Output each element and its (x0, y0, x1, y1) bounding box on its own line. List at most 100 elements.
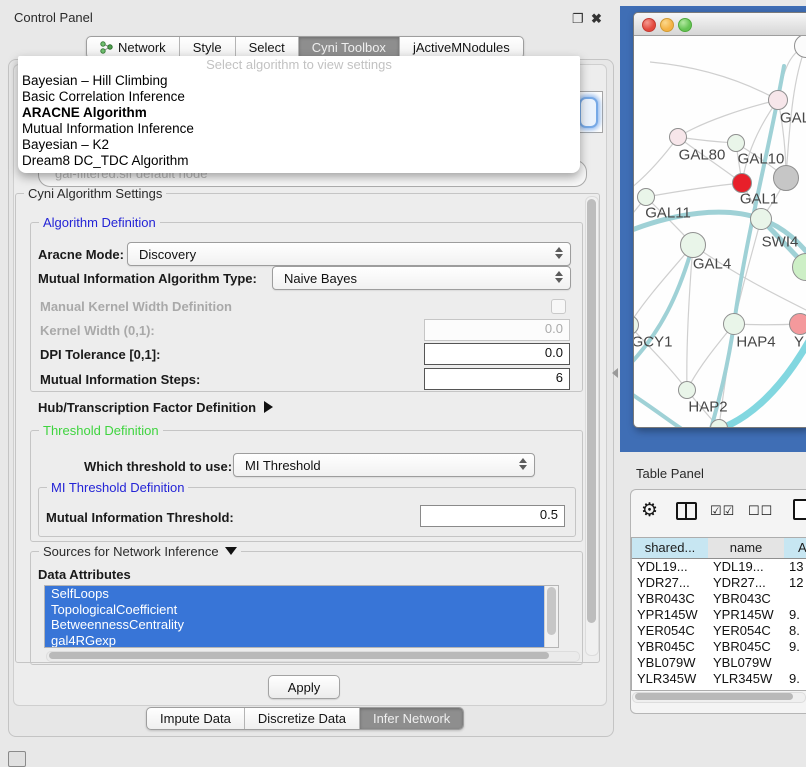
table-row[interactable]: YPR145WYPR145W9. (632, 607, 806, 623)
table-row[interactable]: YBR043CYBR043C (632, 591, 806, 607)
tab-label: Select (249, 40, 285, 55)
table-row[interactable]: YDL19...YDL19...13 (632, 559, 806, 575)
table-cell: 9. (784, 607, 806, 623)
split-columns-icon[interactable] (676, 502, 697, 520)
network-node-y[interactable] (789, 313, 806, 335)
table-cell (784, 591, 806, 607)
gear-icon[interactable]: ⚙ (641, 499, 658, 522)
algorithm-combo-fragment (577, 91, 603, 133)
network-node[interactable] (773, 165, 799, 191)
tab-label: Impute Data (160, 711, 231, 726)
network-node-gal11[interactable] (637, 188, 655, 206)
algorithm-option[interactable]: Dream8 DC_TDC Algorithm (18, 153, 580, 169)
manual-kernel-checkbox[interactable] (551, 299, 566, 314)
table-cell: YBR045C (708, 639, 784, 655)
tab-select[interactable]: Select (235, 37, 298, 58)
network-view-window[interactable]: GALGAL80GAL10GAL1GAL11SWI4GAL4GCY1HAP4YH… (633, 12, 806, 428)
table-row[interactable]: YBR045CYBR045C9. (632, 639, 806, 655)
mi-threshold-field[interactable]: 0.5 (420, 505, 565, 527)
attribute-list-item[interactable]: BetweennessCentrality (45, 617, 558, 633)
algorithm-option[interactable]: Bayesian – Hill Climbing (18, 73, 580, 89)
close-panel-icon[interactable]: ✖ (591, 11, 602, 27)
scrollbar-thumb[interactable] (635, 693, 793, 700)
table-horizontal-scrollbar[interactable] (632, 692, 806, 703)
control-panel-title: Control Panel (14, 10, 93, 25)
column-header-shared-[interactable]: shared... (632, 538, 709, 559)
algorithm-option[interactable]: ARACNE Algorithm (18, 105, 580, 121)
minimized-window-icon[interactable] (8, 751, 26, 767)
attribute-list-item[interactable]: SelfLoops (45, 586, 558, 602)
tab-style[interactable]: Style (179, 37, 235, 58)
focused-combo-button[interactable] (579, 97, 598, 128)
dpi-tolerance-field[interactable]: 0.0 (424, 343, 570, 365)
tab-cyni-toolbox[interactable]: Cyni Toolbox (298, 37, 399, 58)
table-row[interactable]: YER054CYER054C8. (632, 623, 806, 639)
table-row[interactable]: YIL052CYIL052C9. (632, 687, 806, 691)
collapse-down-icon (225, 547, 237, 555)
table-row[interactable]: YBL079WYBL079W (632, 655, 806, 671)
expand-right-icon (264, 401, 273, 413)
column-header-name[interactable]: name (708, 538, 785, 559)
tab-network[interactable]: Network (87, 37, 179, 58)
bottom-tab-discretize-data[interactable]: Discretize Data (244, 708, 359, 729)
zoom-traffic-light-icon[interactable] (678, 18, 692, 32)
network-node-gal[interactable] (768, 90, 788, 110)
table-panel-title: Table Panel (636, 466, 704, 481)
kernel-width-field[interactable]: 0.0 (424, 319, 570, 341)
algorithm-option[interactable]: Bayesian – K2 (18, 137, 580, 153)
network-node-hap4[interactable] (723, 313, 745, 335)
network-desktop: GALGAL80GAL10GAL1GAL11SWI4GAL4GCY1HAP4YH… (620, 6, 806, 452)
data-attributes-label: Data Attributes (38, 567, 131, 582)
bottom-tab-infer-network[interactable]: Infer Network (359, 708, 463, 729)
table-row[interactable]: YLR345WYLR345W9. (632, 671, 806, 687)
aracne-mode-combo[interactable]: Discovery (127, 242, 571, 266)
algorithm-option[interactable]: Basic Correlation Inference (18, 89, 580, 105)
tab-label: Discretize Data (258, 711, 346, 726)
scrollbar-thumb[interactable] (49, 652, 549, 659)
settings-vertical-scrollbar[interactable] (585, 196, 599, 656)
network-node-gal10[interactable] (727, 134, 745, 152)
checked-boxes-icon[interactable]: ☑☑ (710, 503, 735, 519)
node-attribute-table[interactable]: shared...nameA YDL19...YDL19...13YDR27..… (631, 537, 806, 691)
minimize-traffic-light-icon[interactable] (660, 18, 674, 32)
scrollbar-thumb[interactable] (587, 199, 596, 623)
attribute-list-item[interactable]: TopologicalCoefficient (45, 602, 558, 618)
table-cell: YDL19... (632, 559, 708, 575)
column-header-a[interactable]: A (784, 538, 806, 559)
data-attributes-list[interactable]: SelfLoopsTopologicalCoefficientBetweenne… (44, 585, 559, 648)
document-icon[interactable] (793, 499, 806, 520)
network-window-titlebar[interactable] (634, 13, 806, 36)
network-node-gal4[interactable] (680, 232, 706, 258)
close-traffic-light-icon[interactable] (642, 18, 656, 32)
node-label: SWI4 (762, 234, 799, 251)
which-threshold-value: MI Threshold (245, 458, 321, 473)
combo-spinner-icon (555, 271, 563, 283)
table-cell: 8. (784, 623, 806, 639)
which-threshold-combo[interactable]: MI Threshold (233, 453, 535, 477)
apply-button[interactable]: Apply (268, 675, 340, 699)
mi-type-label: Mutual Information Algorithm Type: (38, 271, 257, 286)
attribute-list-item[interactable]: gal4RGexp (45, 633, 558, 649)
network-icon (100, 41, 113, 54)
bottom-tab-impute-data[interactable]: Impute Data (147, 708, 244, 729)
aracne-mode-value: Discovery (139, 247, 196, 262)
algorithm-option[interactable]: Mutual Information Inference (18, 121, 580, 137)
network-node-hap2[interactable] (678, 381, 696, 399)
table-cell: 9. (784, 671, 806, 687)
network-node-swi4[interactable] (750, 208, 772, 230)
mi-steps-field[interactable]: 6 (424, 368, 570, 390)
scrollbar-thumb[interactable] (547, 587, 556, 635)
list-vertical-scrollbar[interactable] (544, 586, 558, 647)
table-cell: YBL079W (708, 655, 784, 671)
network-canvas[interactable]: GALGAL80GAL10GAL1GAL11SWI4GAL4GCY1HAP4YH… (634, 36, 806, 427)
unchecked-boxes-icon[interactable]: ☐☐ (748, 503, 773, 519)
hub-definition-expander[interactable]: Hub/Transcription Factor Definition (38, 400, 273, 415)
network-node-gal80[interactable] (669, 128, 687, 146)
table-cell: YPR145W (632, 607, 708, 623)
float-window-icon[interactable]: ❐ (572, 11, 584, 27)
panel-collapse-handle[interactable] (612, 368, 618, 378)
table-row[interactable]: YDR27...YDR27...12 (632, 575, 806, 591)
mi-type-combo[interactable]: Naive Bayes (272, 266, 571, 290)
tab-jactivemnodules[interactable]: jActiveMNodules (399, 37, 523, 58)
list-horizontal-scrollbar[interactable] (46, 651, 580, 662)
